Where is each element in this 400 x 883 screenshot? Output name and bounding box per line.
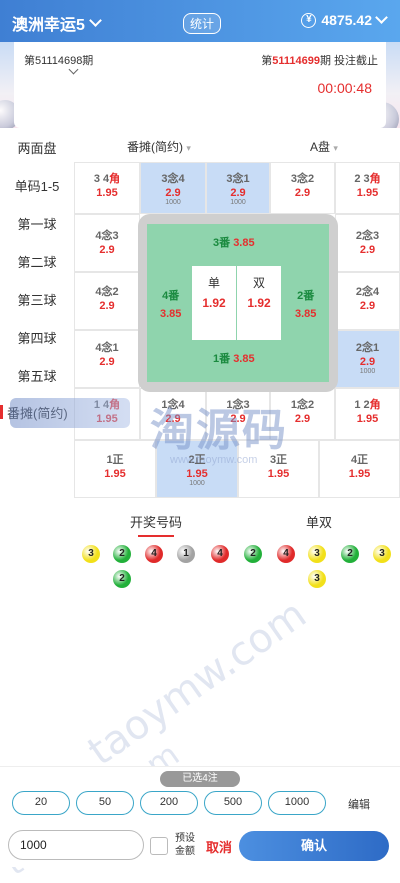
- cancel-button[interactable]: 取消: [206, 837, 232, 856]
- bet-cell-selected[interactable]: 3念4 2.9 1000: [140, 162, 206, 214]
- bet-cell[interactable]: 1 2角 1.95: [335, 388, 400, 440]
- previous-issue: 第51114698期: [24, 55, 94, 67]
- result-ball: 3: [373, 545, 391, 563]
- menu-item[interactable]: 第一球: [0, 214, 74, 233]
- chip-500[interactable]: 500: [204, 791, 262, 815]
- bet-cell[interactable]: 1念3 2.9: [206, 388, 270, 440]
- yen-icon: ¥: [301, 12, 317, 28]
- stats-button[interactable]: 统计: [183, 13, 222, 34]
- issue-card: 第51114698期 第51114699期 投注截止 00:00:48: [14, 42, 386, 128]
- bet-cell[interactable]: 1念4 2.9: [140, 388, 206, 440]
- fan-3-bet[interactable]: 3番 3.85: [213, 234, 255, 250]
- menu-item[interactable]: 第三球: [0, 290, 74, 309]
- bet-cell[interactable]: 1念2 2.9: [270, 388, 335, 440]
- chevron-down-icon: [375, 11, 388, 24]
- active-tab-indicator: [138, 535, 174, 537]
- result-ball: 1: [177, 545, 195, 563]
- amount-input[interactable]: 1000: [8, 830, 144, 860]
- play-tabs: 番摊(简约) ▾ A盘 ▾: [74, 128, 400, 160]
- tab-pan[interactable]: A盘 ▾: [310, 138, 338, 155]
- tab-odd-even[interactable]: 单双: [306, 512, 332, 531]
- bet-panel: 已选4注 20 50 200 500 1000 编辑 1000 预设金额 取消 …: [0, 766, 400, 867]
- result-ball: 3: [308, 545, 326, 563]
- menu-item[interactable]: 第二球: [0, 252, 74, 271]
- menu-item[interactable]: 第五球: [0, 366, 74, 385]
- chevron-down-icon: [89, 14, 102, 27]
- bet-cell[interactable]: 4念3 2.9: [74, 214, 140, 272]
- menu-item[interactable]: 第四球: [0, 328, 74, 347]
- fan-2-bet[interactable]: 2番 3.85: [295, 287, 316, 323]
- result-ball: 3: [82, 545, 100, 563]
- caret-down-icon: ▾: [333, 143, 338, 153]
- next-issue: 第51114699期 投注截止: [261, 55, 378, 67]
- menu-item[interactable]: 单码1-5: [0, 176, 74, 195]
- fantan-table: 3番 3.85 4番 3.85 2番 3.85 1番 3.85 单 1.92 双 1…: [147, 224, 329, 382]
- bet-cell[interactable]: 2 3角 1.95: [335, 162, 400, 214]
- tab-fantan[interactable]: 番摊(简约) ▾: [127, 138, 191, 155]
- result-ball: 4: [277, 545, 295, 563]
- chip-20[interactable]: 20: [12, 791, 70, 815]
- chip-200[interactable]: 200: [140, 791, 198, 815]
- edit-chips-button[interactable]: 编辑: [348, 796, 370, 812]
- bet-cell[interactable]: 4念1 2.9: [74, 330, 140, 388]
- bet-cell[interactable]: 3正 1.95: [238, 440, 319, 498]
- preset-label: 预设金额: [175, 833, 195, 857]
- top-bar: 澳洲幸运5 统计 ¥ 4875.42: [0, 0, 400, 42]
- fan-4-bet[interactable]: 4番 3.85: [160, 287, 181, 323]
- result-ball: 2: [113, 545, 131, 563]
- lottery-selector[interactable]: 澳洲幸运5: [12, 11, 102, 35]
- bet-cell[interactable]: 2念4 2.9: [335, 272, 400, 330]
- bet-cell[interactable]: 1 4角 1.95: [74, 388, 140, 440]
- balance-value: 4875.42: [321, 12, 372, 28]
- bet-cell[interactable]: 1正 1.95: [74, 440, 156, 498]
- chip-50[interactable]: 50: [76, 791, 134, 815]
- play-menu: 两面盘 单码1-5 第一球 第二球 第三球 第四球 第五球: [0, 128, 74, 428]
- confirm-button[interactable]: 确认: [239, 831, 389, 861]
- result-ball: 2: [113, 570, 131, 588]
- result-ball: 4: [145, 545, 163, 563]
- result-ball: 3: [308, 570, 326, 588]
- bet-cell-selected[interactable]: 3念1 2.9 1000: [206, 162, 270, 214]
- bet-cell-selected[interactable]: 2正 1.95 1000: [156, 440, 238, 498]
- selected-count-badge: 已选4注: [160, 771, 240, 787]
- balance-display[interactable]: ¥ 4875.42: [301, 11, 388, 28]
- diagonal-watermark: taoymw.com: [79, 591, 315, 775]
- bet-cell[interactable]: 3 4角 1.95: [74, 162, 140, 214]
- fantan-board: 3番 3.85 4番 3.85 2番 3.85 1番 3.85 单 1.92 双 1…: [138, 214, 338, 392]
- results-tabs: 开奖号码 单双: [74, 508, 400, 538]
- bet-cell[interactable]: 4念2 2.9: [74, 272, 140, 330]
- fan-1-bet[interactable]: 1番 3.85: [213, 350, 255, 366]
- bet-cell-selected[interactable]: 2念1 2.9 1000: [335, 330, 400, 388]
- menu-item-active[interactable]: 番摊(简约): [0, 403, 74, 422]
- bet-cell[interactable]: 4正 1.95: [319, 440, 400, 498]
- result-ball: 2: [341, 545, 359, 563]
- menu-item[interactable]: 两面盘: [0, 138, 74, 157]
- countdown-timer: 00:00:48: [317, 80, 373, 96]
- tab-draw-numbers[interactable]: 开奖号码: [130, 512, 182, 531]
- even-bet[interactable]: 双 1.92: [237, 266, 281, 340]
- chip-1000[interactable]: 1000: [268, 791, 326, 815]
- preset-checkbox[interactable]: [150, 837, 168, 855]
- bet-cell[interactable]: 3念2 2.9: [270, 162, 335, 214]
- odd-bet[interactable]: 单 1.92: [192, 266, 236, 340]
- bet-cell[interactable]: 2念3 2.9: [335, 214, 400, 272]
- result-ball: 4: [211, 545, 229, 563]
- caret-down-icon: ▾: [186, 143, 191, 153]
- result-ball: 2: [244, 545, 262, 563]
- lottery-title: 澳洲幸运5: [12, 17, 85, 34]
